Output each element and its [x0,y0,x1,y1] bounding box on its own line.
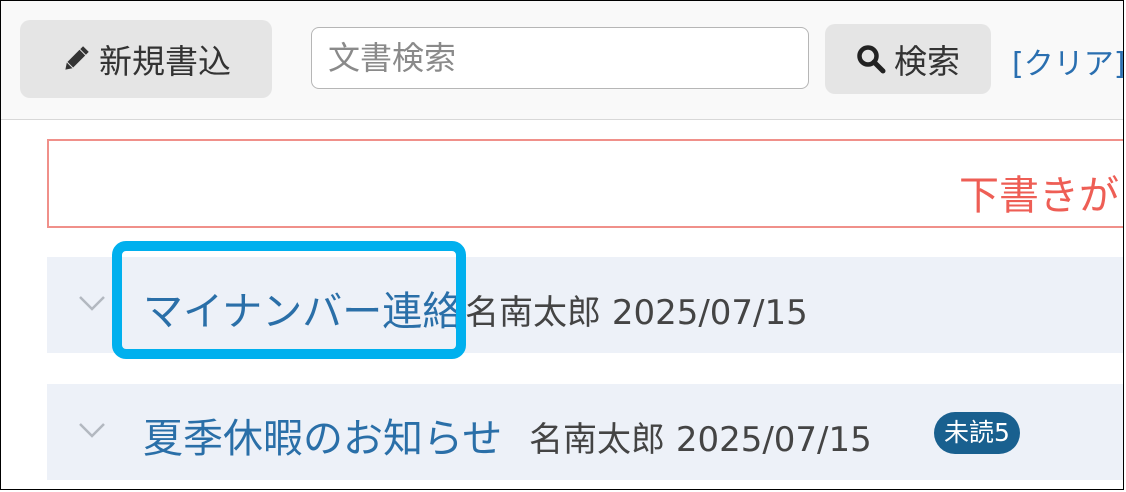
pencil-icon [61,44,91,74]
thread-meta: 名南太郎 2025/07/15 [529,412,872,461]
thread-meta: 名南太郎 2025/07/15 [465,285,808,334]
new-post-label: 新規書込 [99,42,231,81]
unread-badge: 未読5 [934,412,1020,454]
thread-author: 名南太郎 [529,420,665,460]
thread-author: 名南太郎 [465,293,601,333]
chevron-down-icon[interactable] [77,293,107,313]
thread-row: 夏季休暇のお知らせ 名南太郎 2025/07/15 未読5 [47,384,1123,480]
screenshot-frame: 新規書込 検索 [クリア] 下書きが マイナンバー連絡 名南太郎 2025/07… [0,0,1124,490]
toolbar: 新規書込 検索 [クリア] [1,1,1123,120]
search-input[interactable] [311,27,809,89]
search-button[interactable]: 検索 [825,24,991,94]
clear-search-link[interactable]: [クリア] [1012,39,1123,83]
new-post-button[interactable]: 新規書込 [20,20,272,98]
draft-notice-banner[interactable]: 下書きが [47,139,1123,228]
thread-title-link[interactable]: マイナンバー連絡 [143,279,462,337]
chevron-down-icon[interactable] [77,420,107,440]
thread-title-link[interactable]: 夏季休暇のお知らせ [143,406,502,464]
magnifier-icon [856,44,886,74]
thread-row: マイナンバー連絡 名南太郎 2025/07/15 [47,257,1123,353]
draft-notice-text: 下書きが [959,173,1119,219]
thread-date: 2025/07/15 [611,293,808,333]
search-button-label: 検索 [894,42,960,81]
thread-date: 2025/07/15 [675,420,872,460]
